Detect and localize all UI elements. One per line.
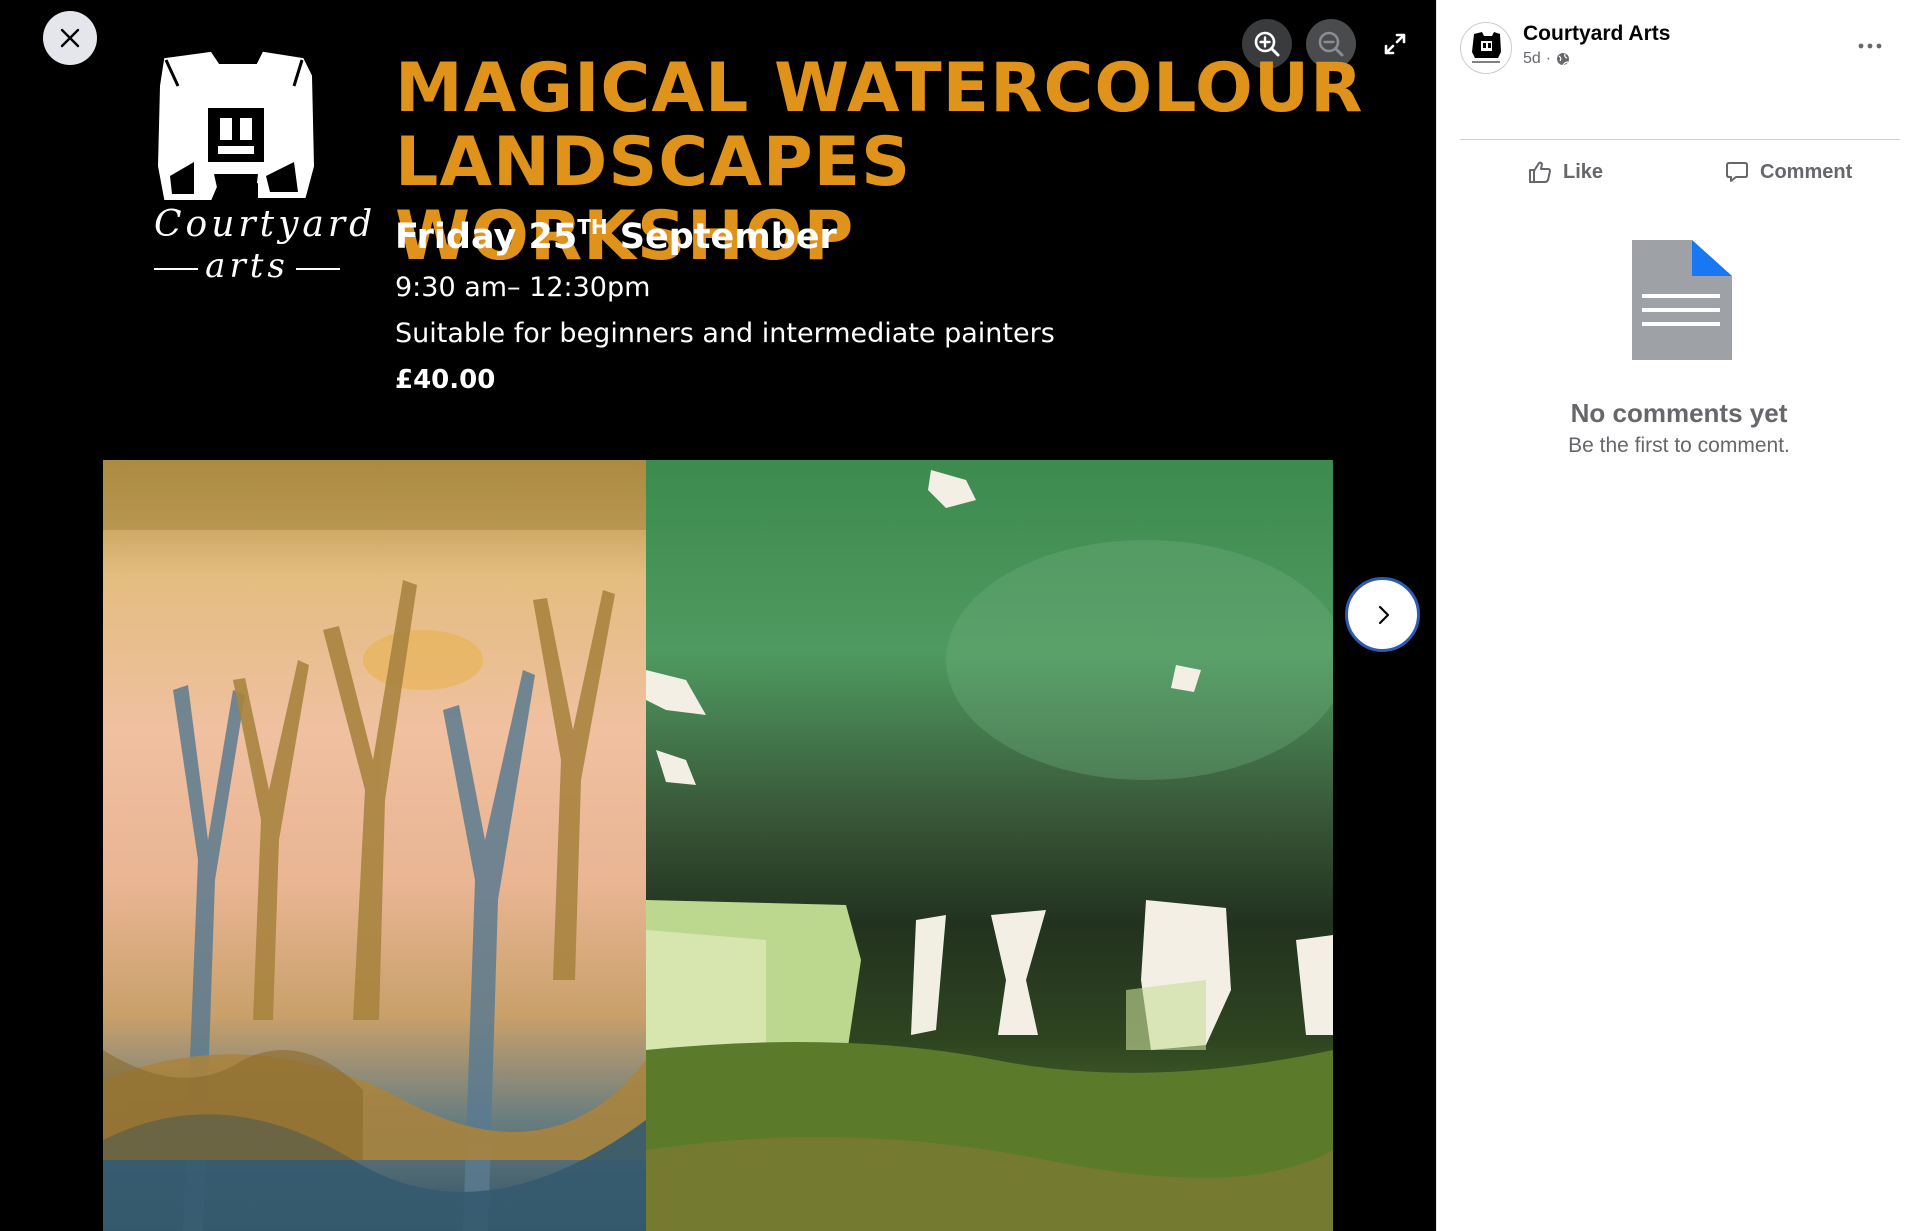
poster-date-day: Friday 25 <box>395 217 578 257</box>
like-button[interactable]: Like <box>1527 152 1603 192</box>
courtyard-arts-avatar-logo <box>1472 32 1501 63</box>
poster-date: Friday 25TH September <box>395 215 837 257</box>
next-photo-button[interactable] <box>1345 577 1420 652</box>
post-meta: 5d · <box>1523 50 1570 68</box>
page-name[interactable]: Courtyard Arts <box>1523 22 1670 46</box>
poster-date-suffix: TH <box>577 215 608 239</box>
close-icon <box>60 28 80 48</box>
comment-label: Comment <box>1760 160 1853 183</box>
no-comments-title: No comments yet <box>1570 398 1788 428</box>
logo-text-courtyard: Courtyard <box>154 204 377 245</box>
post-time[interactable]: 5d <box>1523 50 1541 68</box>
comment-icon <box>1726 162 1748 182</box>
meta-separator: · <box>1545 50 1552 67</box>
globe-icon <box>1557 53 1570 66</box>
poster-time: 9:30 am– 12:30pm <box>395 272 651 303</box>
photo-viewer: Courtyard arts MAGICAL WATERCOLOUR LANDS… <box>0 0 1436 1231</box>
courtyard-arts-logo: Courtyard arts <box>148 46 372 286</box>
poster-price: £40.00 <box>395 365 496 395</box>
document-icon <box>1632 240 1732 360</box>
more-icon <box>1858 43 1882 49</box>
post-side-panel: Courtyard Arts 5d · Like Comment No comm… <box>1436 0 1920 1231</box>
chevron-right-icon <box>1378 605 1389 624</box>
poster-suitability: Suitable for beginners and intermediate … <box>395 318 1055 349</box>
more-options-button[interactable] <box>1850 28 1890 64</box>
close-button[interactable] <box>43 11 97 65</box>
watercolour-autumn-trees <box>103 460 646 1231</box>
no-comments-subtitle: Be the first to comment. <box>1568 434 1790 457</box>
comment-button[interactable]: Comment <box>1724 152 1852 192</box>
thumbs-up-icon <box>1529 161 1551 183</box>
like-label: Like <box>1563 160 1604 183</box>
poster-date-month: September <box>607 217 837 257</box>
logo-building-graphic <box>157 51 315 200</box>
page-avatar[interactable] <box>1460 22 1512 74</box>
watercolour-green-trees <box>646 460 1333 1231</box>
actions-divider <box>1460 139 1900 140</box>
logo-text-arts: arts <box>154 246 340 286</box>
poster-title-line-1: MAGICAL WATERCOLOUR <box>395 49 1364 128</box>
